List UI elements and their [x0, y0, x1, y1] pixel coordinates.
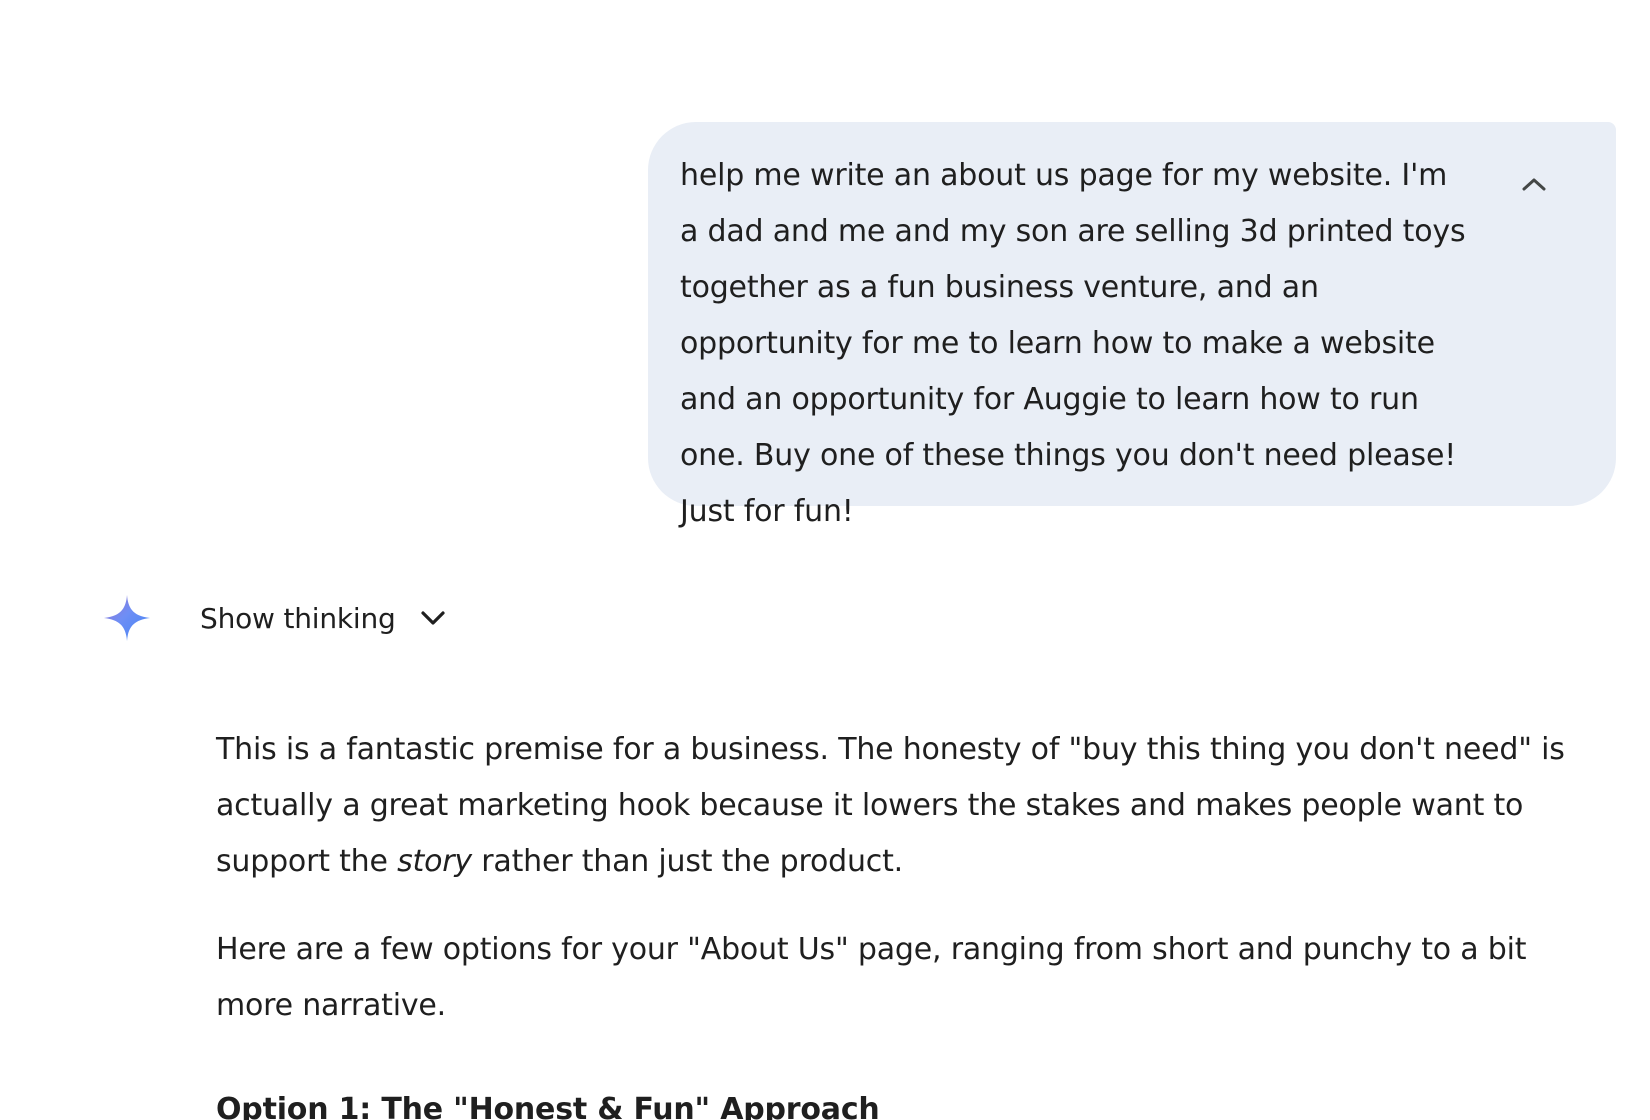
para1-end: rather than just the product.: [471, 844, 903, 879]
response-paragraph-2: Here are a few options for your "About U…: [216, 932, 1527, 1023]
assistant-response: This is a fantastic premise for a busine…: [216, 722, 1596, 1034]
show-thinking-toggle[interactable]: Show thinking: [200, 598, 448, 638]
chevron-down-icon: [418, 603, 448, 633]
chevron-up-icon: [1522, 178, 1546, 191]
response-paragraph-1: This is a fantastic premise for a busine…: [216, 722, 1596, 890]
option-1-heading: Option 1: The "Honest & Fun" Approach: [216, 1092, 880, 1120]
chat-conversation: help me write an about us page for my we…: [0, 0, 1650, 1120]
para1-emphasis: story: [397, 844, 472, 879]
gemini-sparkle-icon: [104, 595, 150, 641]
user-message-bubble: help me write an about us page for my we…: [648, 122, 1616, 529]
collapse-message-button[interactable]: [1512, 162, 1556, 206]
show-thinking-label: Show thinking: [200, 601, 396, 635]
user-message-text: help me write an about us page for my we…: [680, 158, 1466, 529]
